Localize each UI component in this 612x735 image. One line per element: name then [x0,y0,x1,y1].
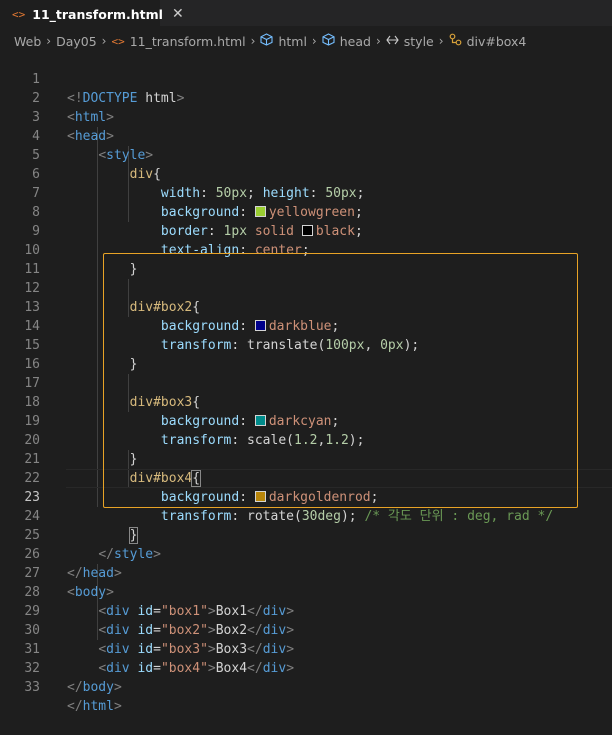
code-line: 1 <!DOCTYPE html> [0,51,612,106]
breadcrumb-head[interactable]: head [340,34,371,49]
tab-11-transform-html[interactable]: <> 11_transform.html ✕ [0,0,184,27]
token: body [82,680,114,695]
chevron-right-icon: › [46,34,52,48]
chevron-right-icon: › [101,34,107,48]
chevron-right-icon: › [375,34,381,48]
annotation-highlight-box [103,253,578,508]
chevron-right-icon: › [311,34,317,48]
code-line: 27 <body> [0,545,612,600]
code-line: 5 div{ [0,127,612,182]
code-line: 6 width: 50px; height: 50px; [0,146,612,201]
breadcrumb-day05[interactable]: Day05 [56,34,97,49]
tab-bar: <> 11_transform.html ✕ [0,0,612,27]
code-line: 7 background: yellowgreen; [0,165,612,220]
code-line: 33 </html> [0,659,612,714]
element-cube-icon [260,33,273,49]
breadcrumb-html[interactable]: html [278,34,306,49]
code-line: 4 <style> [0,108,612,163]
token: html [82,699,114,714]
close-icon[interactable]: ✕ [172,6,184,22]
breadcrumb-web[interactable]: Web [14,34,41,49]
breadcrumb-file[interactable]: 11_transform.html [130,34,246,49]
code-line: 31 <div id="box4">Box4</div> [0,621,612,676]
tab-title: 11_transform.html [32,6,163,22]
code-line: 30 <div id="box3">Box3</div> [0,602,612,657]
code-line: 3 <head> [0,89,612,144]
chevron-right-icon: › [438,34,444,48]
style-symbol-icon [386,34,399,49]
code-line: 25 </style> [0,507,612,562]
breadcrumb-style[interactable]: style [404,34,434,49]
code-line: 10 } [0,222,612,277]
line-number: 33 [24,680,40,695]
html-file-icon: <> [12,7,26,21]
code-line: 32 </body> [0,640,612,695]
code-editor[interactable]: 1 <!DOCTYPE html> 2 <html> 3 <head> 4 <s… [0,51,612,714]
code-line: 2 <html> [0,70,612,125]
code-line: 29 <div id="box2">Box2</div> [0,583,612,638]
chevron-right-icon: › [250,34,256,48]
element-cube-icon [322,33,335,49]
code-line: 8 border: 1px solid black; [0,184,612,239]
code-line: 28 <div id="box1">Box1</div> [0,564,612,619]
code-line: 9 text-align: center; [0,203,612,258]
html-file-icon: <> [111,34,125,48]
code-line: 26 </head> [0,526,612,581]
breadcrumb-selector[interactable]: div#box4 [467,34,527,49]
selector-symbol-icon [449,33,462,49]
breadcrumb: Web › Day05 › <> 11_transform.html › htm… [14,31,526,51]
